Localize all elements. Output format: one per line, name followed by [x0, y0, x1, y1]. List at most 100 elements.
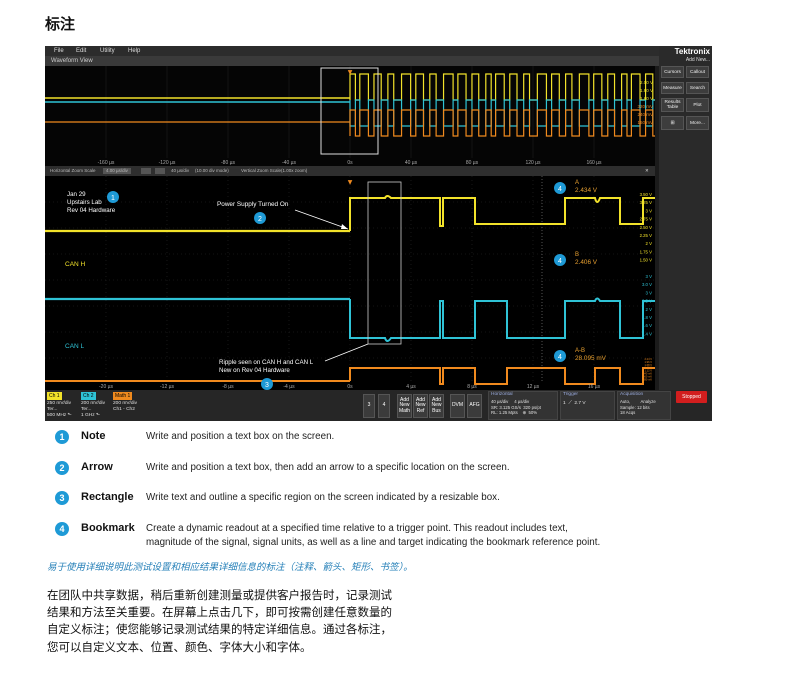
ch1-axis-label: 3 V: [646, 208, 653, 213]
arrow-badge-number: 2: [258, 216, 262, 223]
zoom-bar: Horizontal Zoom Scale 4.00 µs/div 40 µs/…: [45, 166, 655, 176]
figure-caption: 易于使用详细说明此测试设置和相应结果详细信息的标注（注释、箭头、矩形、书签）。: [47, 562, 413, 573]
rectangle-badge-number: 3: [265, 382, 269, 389]
close-icon[interactable]: ✕: [645, 166, 649, 176]
ch2-axis-label: 1.8 V: [642, 315, 652, 320]
math1-settings[interactable]: 200 mV/div Ch1 - Ch2: [113, 401, 137, 413]
bookmark-label: B: [575, 252, 579, 258]
ch1-badge[interactable]: Ch 1: [47, 392, 62, 400]
add-new-ref-button[interactable]: Add New Ref: [413, 394, 428, 418]
legend-term: Arrow: [81, 461, 113, 473]
ch2-axis-label: 1.6 V: [642, 323, 652, 328]
ch1-axis-label: 2.75 V: [640, 217, 653, 222]
dvm-button[interactable]: DVM: [450, 394, 465, 418]
acquisition-settings: Auto, Analyze Sample: 12 bits 18 Acqs: [620, 399, 656, 416]
ch1-axis-label: 3.25 V: [640, 200, 653, 205]
bookmark-value: 2.434 V: [575, 187, 598, 194]
trigger-marker-icon: ▼: [348, 69, 353, 76]
horizontal-settings: 40 µs/div 4 µs/div SR: 3.125 GS/s 320 ps…: [491, 399, 541, 416]
ch2-badge[interactable]: Ch 2: [81, 392, 96, 400]
bookmark-label: A: [575, 180, 579, 186]
bookmark-badge-number: 4: [558, 354, 562, 361]
grid-icon[interactable]: ⊞: [661, 116, 684, 130]
zoom-minus-button[interactable]: [141, 168, 151, 174]
bookmark-value: 28.095 mV: [575, 355, 607, 362]
legend-description: Create a dynamic readout at a specified …: [146, 523, 601, 548]
legend-row-bookmark: 4 Bookmark Create a dynamic readout at a…: [55, 522, 715, 552]
channel-4-button[interactable]: 4: [378, 394, 390, 418]
cursors-button[interactable]: Cursors: [661, 66, 684, 78]
overview-waveform[interactable]: -160 µs -120 µs -80 µs -40 µs 0s 40 µs 80 µs 12…: [45, 66, 655, 166]
menu-file[interactable]: File: [54, 46, 64, 56]
channel-3-button[interactable]: 3: [363, 394, 375, 418]
ch2-axis-label: 3 V: [646, 274, 653, 279]
menu-help[interactable]: Help: [128, 46, 140, 56]
ch2-axis-label: 1.4 V: [642, 331, 652, 336]
rectangle-annotation-text: New on Rev 04 Hardware: [219, 367, 290, 374]
callout-button[interactable]: Callout: [686, 66, 709, 78]
legend-term: Bookmark: [81, 522, 135, 534]
ch2-axis-label: 2 V: [646, 307, 653, 312]
number-2-icon: 2: [55, 461, 69, 475]
bookmark-label: A-B: [575, 348, 585, 354]
note-text-line: Rev 04 Hardware: [67, 207, 116, 214]
menu-utility[interactable]: Utility: [100, 46, 115, 56]
trigger-panel[interactable]: Trigger 1 ⟋ 2.7 V: [560, 391, 615, 420]
zoom-position-value: (10.00 div mode): [195, 168, 229, 173]
trigger-title: Trigger: [563, 392, 579, 397]
search-button[interactable]: Search: [686, 82, 709, 94]
number-1-icon: 1: [55, 430, 69, 444]
channel-label-can-l: CAN L: [65, 343, 85, 350]
horizontal-panel[interactable]: Horizontal 40 µs/div 4 µs/div SR: 3.125 …: [488, 391, 558, 420]
number-4-icon: 4: [55, 522, 69, 536]
body-paragraph: 在团队中共享数据，稍后重新创建测量或提供客户报告时，记录测试结果和方法至关重要。…: [47, 588, 392, 654]
zoom-scale-label: Horizontal Zoom Scale: [50, 168, 96, 173]
ch2-axis-label: 3 V: [646, 290, 653, 295]
measure-button[interactable]: Measure: [661, 82, 684, 94]
ch1-settings[interactable]: 250 mV/div Ter... 500 MHz ⬑: [47, 401, 72, 419]
settings-bar: Ch 1 250 mV/div Ter... 500 MHz ⬑ Ch 2 20…: [45, 390, 712, 421]
zoom-plus-button[interactable]: [155, 168, 165, 174]
oscilloscope-screen: File Edit Utility Help Waveform View -16…: [45, 46, 712, 421]
legend-description: Write and position a text box on the scr…: [146, 431, 335, 442]
menu-edit[interactable]: Edit: [76, 46, 86, 56]
more-button[interactable]: More...: [686, 116, 709, 130]
bookmark-value: 2.406 V: [575, 259, 598, 266]
ch2-axis-label: 3.0 V: [642, 282, 652, 287]
trigger-marker-icon: ▼: [348, 179, 353, 186]
add-new-math-button[interactable]: Add New Math: [397, 394, 412, 418]
note-text-line: Upstairs Lab: [67, 199, 102, 206]
results-table-button[interactable]: Results Table: [661, 98, 684, 112]
trigger-settings: 1 ⟋ 2.7 V: [563, 401, 586, 406]
number-3-icon: 3: [55, 491, 69, 505]
math1-badge[interactable]: Math 1: [113, 392, 133, 400]
zoom-position-label: 40 µs/div: [171, 168, 190, 173]
add-new-label: Add New...: [685, 57, 710, 63]
ch1-axis-label: 2 V: [646, 241, 653, 246]
afg-button[interactable]: AFG: [467, 394, 482, 418]
zoom-scale-value[interactable]: 4.00 µs/div: [103, 168, 131, 174]
legend-term: Rectangle: [81, 491, 134, 503]
waveform-view-title: Waveform View: [45, 56, 659, 66]
ch1-axis-label: 2.50 V: [640, 225, 653, 230]
add-new-bus-button[interactable]: Add New Bus: [429, 394, 444, 418]
overview-voltage-label: 2.00 V: [640, 80, 653, 85]
ch1-axis-label: 2.25 V: [640, 233, 653, 238]
ch2-axis-label: 2.5 V: [642, 299, 652, 304]
ch2-settings[interactable]: 200 mV/div Ter... 1 GHz ⬑: [81, 401, 105, 419]
rectangle-annotation-text: Ripple seen on CAN H and CAN L: [219, 359, 314, 366]
note-badge-number: 1: [111, 195, 115, 202]
ch1-axis-label: 3.50 V: [640, 192, 653, 197]
arrow-annotation-text: Power Supply Turned On: [217, 201, 289, 208]
acquisition-panel[interactable]: Acquisition Auto, Analyze Sample: 12 bit…: [617, 391, 671, 420]
overview-voltage-label: 160 mV: [637, 120, 653, 125]
legend-description: Write text and outline a specific region…: [146, 492, 500, 503]
main-waveform-plot[interactable]: CAN H CAN L 1 Jan 29Upstairs LabRev 04 Hard…: [45, 176, 655, 390]
overview-voltage-label: 240 mV: [637, 112, 653, 117]
acquisition-title: Acquisition: [620, 392, 644, 397]
legend-term: Note: [81, 430, 106, 442]
run-stop-status[interactable]: Stopped: [676, 391, 707, 403]
plot-button[interactable]: Plot: [686, 98, 709, 112]
tektronix-logo: Tektronix: [674, 47, 710, 56]
note-text-line: Jan 29: [67, 191, 86, 198]
